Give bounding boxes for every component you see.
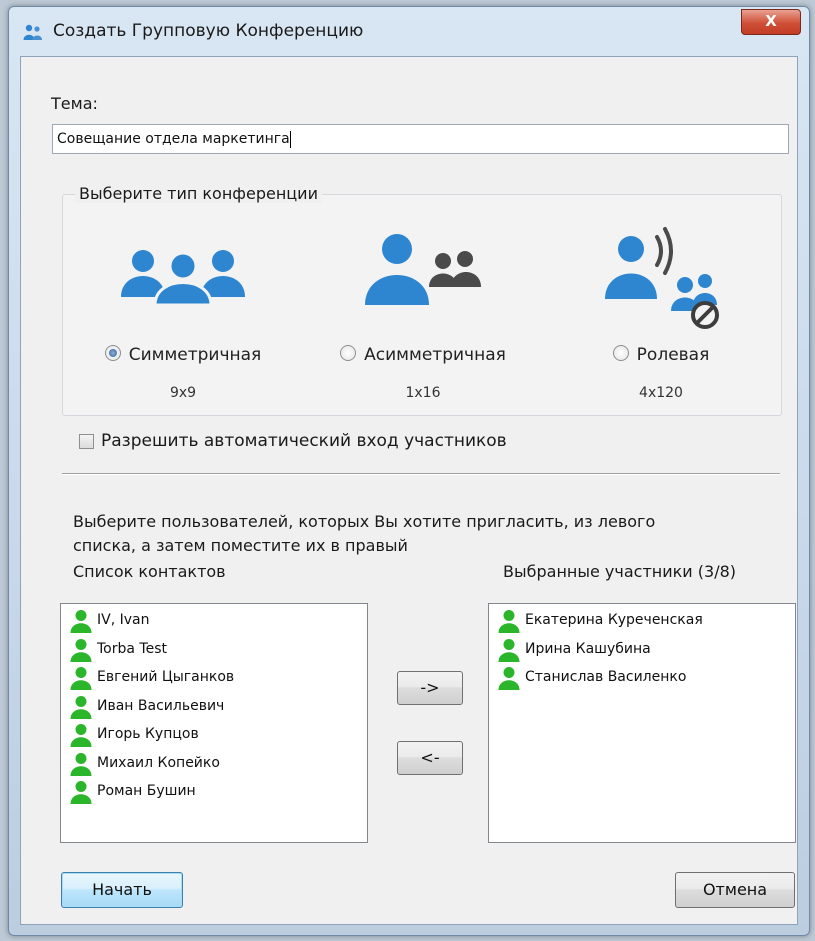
list-item-name: Роман Бушин xyxy=(97,783,196,799)
symmetric-label: Симметричная xyxy=(128,345,262,365)
list-item-name: Ирина Кашубина xyxy=(525,640,651,657)
list-item-name: Станислав Василенко xyxy=(525,669,687,685)
list-item-name: Игорь Купцов xyxy=(97,726,199,742)
title-bar[interactable]: Создать Групповую Конференцию X xyxy=(9,7,809,55)
asymmetric-radio[interactable] xyxy=(340,345,357,361)
add-participant-button[interactable]: -> xyxy=(397,671,463,705)
role-capacity: 4x120 xyxy=(639,385,683,401)
list-item-name: Torba Test xyxy=(97,640,167,657)
conference-type-legend: Выберите тип конференции xyxy=(75,184,322,203)
user-icon xyxy=(70,695,92,719)
conf-type-asymmetric[interactable]: Асимметричная 1x16 xyxy=(303,195,543,415)
list-item-name: Екатерина Куреченская xyxy=(525,612,703,628)
list-item-name: Иван Васильевич xyxy=(97,697,225,714)
asymmetric-capacity: 1x16 xyxy=(405,385,441,401)
conf-type-symmetric[interactable]: Симметричная 9x9 xyxy=(63,195,303,415)
list-item[interactable]: Екатерина Куреченская xyxy=(489,607,795,636)
dialog-body: Тема: Совещание отдела маркетинга Симмет… xyxy=(20,56,798,925)
contacts-header: Список контактов xyxy=(73,562,226,581)
contacts-list[interactable]: IV, Ivan Torba Test Евгений Цыганков Иван В… xyxy=(60,603,368,843)
separator xyxy=(62,473,780,475)
list-item[interactable]: Евгений Цыганков xyxy=(61,664,367,693)
conference-type-group: Симметричная 9x9 Асимметричная 1x16 Роле… xyxy=(62,194,782,416)
list-item[interactable]: IV, Ivan xyxy=(61,607,367,636)
instructions-line-1: Выберите пользователей, которых Вы хотит… xyxy=(73,512,656,531)
selected-list[interactable]: Екатерина Куреченская Ирина Кашубина Стани… xyxy=(488,603,796,843)
instructions-line-2: списка, а затем поместите их в правый xyxy=(73,536,408,555)
list-item[interactable]: Torba Test xyxy=(61,636,367,665)
remove-participant-button[interactable]: <- xyxy=(397,741,463,775)
asymmetric-label: Асимметричная xyxy=(364,345,506,365)
list-item[interactable]: Михаил Копейко xyxy=(61,750,367,779)
user-icon xyxy=(498,638,520,662)
list-item-name: Евгений Цыганков xyxy=(97,669,235,685)
group-conference-icon xyxy=(23,24,42,40)
auto-join-checkbox[interactable] xyxy=(79,434,94,449)
symmetric-capacity: 9x9 xyxy=(169,385,197,401)
topic-input-value: Совещание отдела маркетинга xyxy=(57,131,290,147)
user-icon xyxy=(498,610,520,633)
user-icon xyxy=(70,781,92,804)
user-icon xyxy=(498,667,520,690)
list-item[interactable]: Роман Бушин xyxy=(61,778,367,807)
topic-label: Тема: xyxy=(51,94,98,113)
list-item[interactable]: Ирина Кашубина xyxy=(489,636,795,665)
list-item-name: IV, Ivan xyxy=(97,612,150,628)
symmetric-conference-icon xyxy=(121,250,245,305)
role-radio[interactable] xyxy=(612,345,629,361)
text-caret xyxy=(289,130,291,148)
start-button[interactable]: Начать xyxy=(61,872,183,908)
symmetric-radio[interactable] xyxy=(104,345,121,361)
asymmetric-conference-icon xyxy=(365,234,481,305)
window-title: Создать Групповую Конференцию xyxy=(53,21,364,41)
cancel-button[interactable]: Отмена xyxy=(675,872,795,908)
auto-join-label[interactable]: Разрешить автоматический вход участников xyxy=(101,431,507,451)
list-item[interactable]: Иван Васильевич xyxy=(61,693,367,722)
selected-header: Выбранные участники (3/8) xyxy=(503,562,737,581)
user-icon xyxy=(70,638,92,662)
role-conference-icon xyxy=(605,227,719,329)
role-label: Ролевая xyxy=(636,345,710,365)
conf-type-role[interactable]: Ролевая 4x120 xyxy=(541,195,781,415)
user-icon xyxy=(70,610,92,633)
list-item-name: Михаил Копейко xyxy=(97,754,220,771)
dialog-window: Создать Групповую Конференцию X Тема: Со… xyxy=(8,6,810,936)
close-button[interactable]: X xyxy=(741,9,801,35)
user-icon xyxy=(70,724,92,747)
list-item[interactable]: Игорь Купцов xyxy=(61,721,367,750)
list-item[interactable]: Станислав Василенко xyxy=(489,664,795,693)
user-icon xyxy=(70,667,92,690)
user-icon xyxy=(70,752,92,776)
topic-input[interactable]: Совещание отдела маркетинга xyxy=(52,124,789,154)
